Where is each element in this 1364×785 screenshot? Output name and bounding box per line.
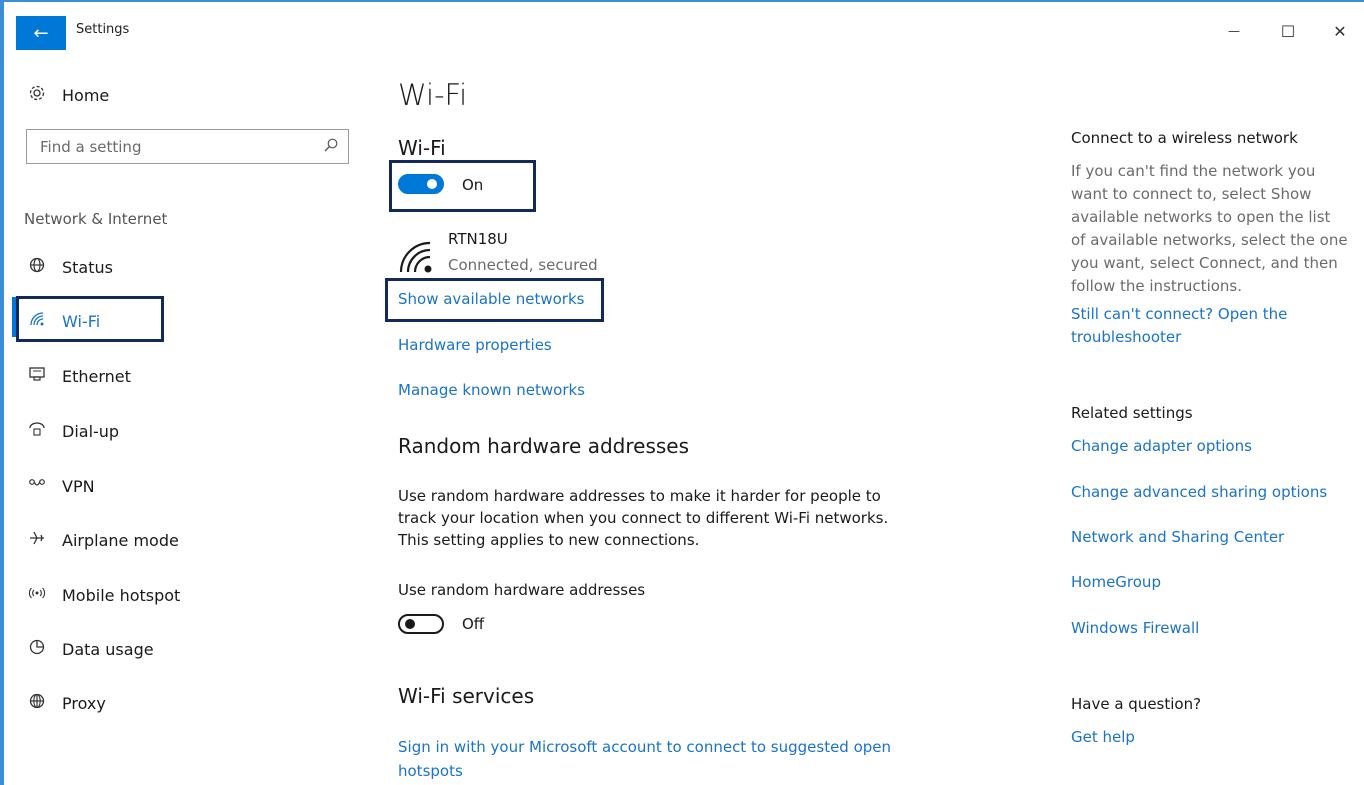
- home-label: Home: [62, 85, 110, 105]
- data-usage-icon: [24, 638, 50, 660]
- network-status: Connected, secured: [448, 256, 598, 274]
- sidebar-item-label: Data usage: [62, 639, 154, 659]
- connect-text: If you can't find the network you want t…: [1071, 162, 1348, 295]
- sidebar-item-vpn[interactable]: VPN: [24, 471, 95, 501]
- hotspot-icon: [24, 584, 50, 606]
- sidebar-item-status[interactable]: Status: [24, 252, 113, 282]
- random-hw-title: Random hardware addresses: [398, 434, 690, 458]
- sidebar-item-proxy[interactable]: Proxy: [24, 688, 106, 718]
- minimize-button[interactable]: —: [1214, 16, 1254, 46]
- manage-known-networks-link[interactable]: Manage known networks: [398, 381, 585, 399]
- back-arrow-icon: ←: [33, 22, 49, 44]
- sidebar-item-label: VPN: [62, 476, 95, 496]
- sidebar-item-hotspot[interactable]: Mobile hotspot: [24, 580, 180, 610]
- maximize-button[interactable]: ☐: [1268, 16, 1308, 46]
- wifi-signal-icon: [399, 241, 432, 273]
- sidebar-item-home[interactable]: Home: [24, 84, 109, 106]
- vpn-icon: [24, 475, 50, 497]
- get-help-link[interactable]: Get help: [1071, 726, 1341, 749]
- minimize-icon: —: [1228, 24, 1240, 38]
- back-button[interactable]: ←: [16, 16, 66, 50]
- related-link-firewall[interactable]: Windows Firewall: [1071, 617, 1341, 640]
- sidebar-item-label: Ethernet: [62, 366, 131, 386]
- proxy-icon: [24, 692, 50, 714]
- title-bar: ← Settings — ☐ ✕: [4, 2, 1364, 58]
- related-settings-title: Related settings: [1071, 404, 1193, 422]
- related-link-adapter-options[interactable]: Change adapter options: [1071, 435, 1341, 458]
- wifi-services-signin-link[interactable]: Sign in with your Microsoft account to c…: [398, 735, 918, 783]
- random-hw-toggle-label: Use random hardware addresses: [398, 581, 646, 599]
- highlight-box-wifi-toggle: [389, 160, 536, 212]
- related-link-homegroup[interactable]: HomeGroup: [1071, 571, 1341, 594]
- page-title: Wi-Fi: [398, 78, 468, 112]
- sidebar-item-label: Proxy: [62, 693, 106, 713]
- hardware-properties-link[interactable]: Hardware properties: [398, 336, 552, 354]
- search-icon[interactable]: [324, 138, 338, 152]
- troubleshooter-link[interactable]: Still can't connect? Open the troublesho…: [1071, 303, 1341, 349]
- app-title: Settings: [76, 22, 130, 37]
- sidebar-item-airplane[interactable]: Airplane mode: [24, 525, 179, 555]
- sidebar-item-dialup[interactable]: Dial-up: [24, 416, 119, 446]
- related-link-advanced-sharing[interactable]: Change advanced sharing options: [1071, 481, 1341, 504]
- airplane-icon: [24, 529, 50, 551]
- sidebar-item-label: Dial-up: [62, 421, 120, 441]
- sidebar: Home Network & Internet Status Wi-Fi Eth…: [4, 58, 364, 785]
- close-icon: ✕: [1333, 21, 1347, 41]
- wifi-services-title: Wi-Fi services: [398, 684, 535, 708]
- close-button[interactable]: ✕: [1320, 16, 1360, 46]
- globe-icon: [24, 256, 50, 278]
- dialup-icon: [24, 420, 50, 442]
- maximize-icon: ☐: [1280, 21, 1296, 41]
- connect-title: Connect to a wireless network: [1071, 129, 1298, 147]
- search-input[interactable]: [27, 130, 330, 163]
- network-name: RTN18U: [448, 230, 508, 248]
- highlight-box-show-networks: [385, 278, 604, 322]
- random-hw-description: Use random hardware addresses to make it…: [398, 487, 889, 549]
- sidebar-item-label: Status: [62, 257, 113, 277]
- sidebar-item-label: Mobile hotspot: [62, 585, 181, 605]
- random-hw-toggle-state: Off: [462, 615, 485, 633]
- sidebar-item-ethernet[interactable]: Ethernet: [24, 361, 131, 391]
- sidebar-item-data-usage[interactable]: Data usage: [24, 634, 154, 664]
- sidebar-item-label: Airplane mode: [62, 530, 179, 550]
- wifi-section-title: Wi-Fi: [398, 136, 446, 160]
- random-hw-toggle[interactable]: [398, 614, 444, 634]
- search-box[interactable]: [26, 129, 349, 164]
- highlight-box-wifi-nav: [16, 296, 164, 342]
- section-header: Network & Internet: [24, 210, 168, 228]
- gear-icon: [24, 84, 50, 106]
- ethernet-icon: [24, 365, 50, 387]
- question-title: Have a question?: [1071, 695, 1202, 713]
- toggle-knob: [405, 619, 415, 629]
- related-link-sharing-center[interactable]: Network and Sharing Center: [1071, 526, 1341, 549]
